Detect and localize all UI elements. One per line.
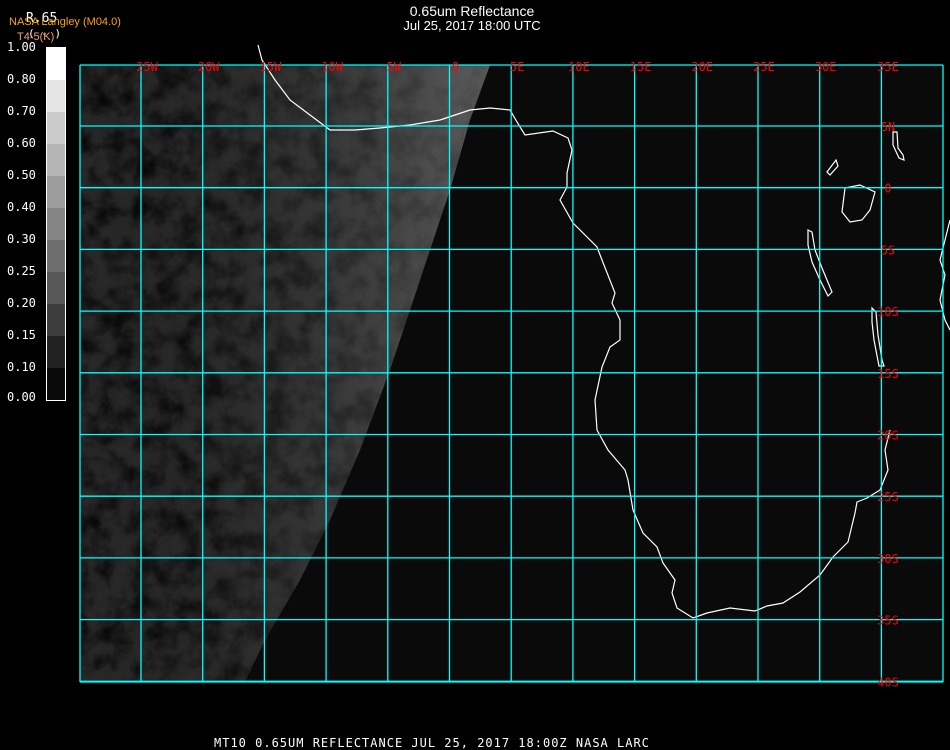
latitude-label: 30S <box>877 552 899 566</box>
longitude-label: 20E <box>691 60 713 74</box>
longitude-label: 5W <box>387 60 402 74</box>
longitude-label: 30E <box>815 60 837 74</box>
longitude-label: 15W <box>260 60 282 74</box>
footer-caption: MT10 0.65UM REFLECTANCE JUL 25, 2017 18:… <box>214 736 650 750</box>
latitude-label: 5S <box>881 243 895 257</box>
latitude-label: 35S <box>877 614 899 628</box>
latitude-label: 10S <box>877 305 899 319</box>
longitude-label: 15E <box>630 60 652 74</box>
longitude-label: 20W <box>198 60 220 74</box>
longitude-label: 10E <box>568 60 590 74</box>
latitude-label: 15S <box>877 367 899 381</box>
longitude-label: 25W <box>136 60 158 74</box>
latitude-label: 25S <box>877 490 899 504</box>
latitude-label: 40S <box>877 675 899 689</box>
latitude-label: 20S <box>877 429 899 443</box>
longitude-label: 25E <box>753 60 775 74</box>
longitude-label: 5E <box>510 60 524 74</box>
satellite-map: 25W 20W 15W 10W 5W 0 5E 10E 15E 20E 25E 30E 35E 5N 0 5S… <box>79 44 950 689</box>
longitude-label: 35E <box>877 60 899 74</box>
latitude-label: 0 <box>884 182 891 196</box>
longitude-label: 0 <box>452 60 459 74</box>
latitude-label: 5N <box>881 120 895 134</box>
longitude-label: 10W <box>321 60 343 74</box>
